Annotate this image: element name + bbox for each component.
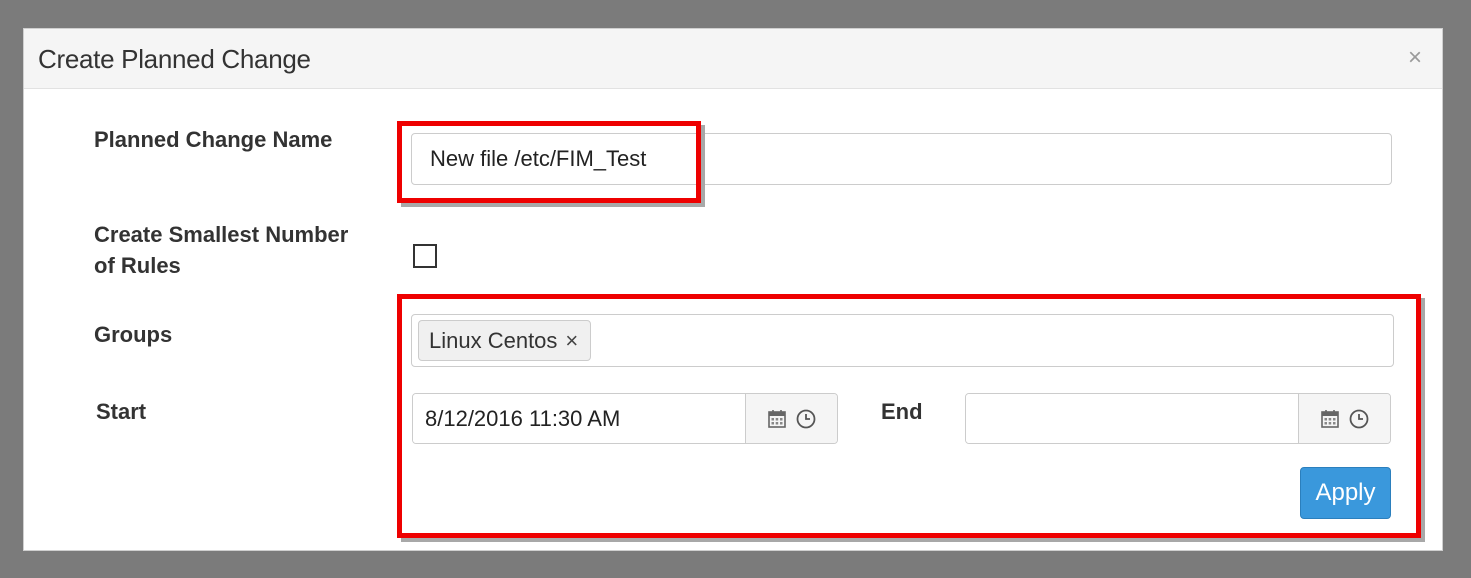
calendar-icon[interactable] [1320,409,1340,429]
dialog-header: Create Planned Change × [24,29,1442,89]
end-picker-buttons[interactable] [1298,394,1390,443]
start-picker-buttons[interactable] [745,394,837,443]
end-datetime-picker [965,393,1391,444]
group-tag-label: Linux Centos [429,328,558,353]
groups-label: Groups [94,322,173,347]
groups-input[interactable]: Linux Centos × [411,314,1394,367]
dialog-title: Create Planned Change [38,44,311,74]
create-smallest-rules-checkbox[interactable] [413,244,437,268]
end-datetime-input[interactable] [966,394,1298,443]
end-label: End [881,399,923,424]
clock-icon[interactable] [1348,408,1370,430]
group-tag: Linux Centos × [418,320,592,361]
calendar-icon[interactable] [767,409,787,429]
start-datetime-input[interactable] [413,394,745,443]
create-smallest-rules-label: Create Smallest Number of Rules [94,222,349,278]
start-label: Start [96,399,147,424]
start-datetime-picker [412,393,838,444]
clock-icon[interactable] [795,408,817,430]
apply-button[interactable]: Apply [1300,467,1391,519]
planned-change-name-input[interactable] [411,133,1392,185]
tag-remove-icon[interactable]: × [565,328,578,353]
close-icon[interactable]: × [1402,43,1428,73]
planned-change-name-label: Planned Change Name [94,127,333,152]
create-planned-change-dialog: Create Planned Change × Planned Change N… [23,28,1443,551]
